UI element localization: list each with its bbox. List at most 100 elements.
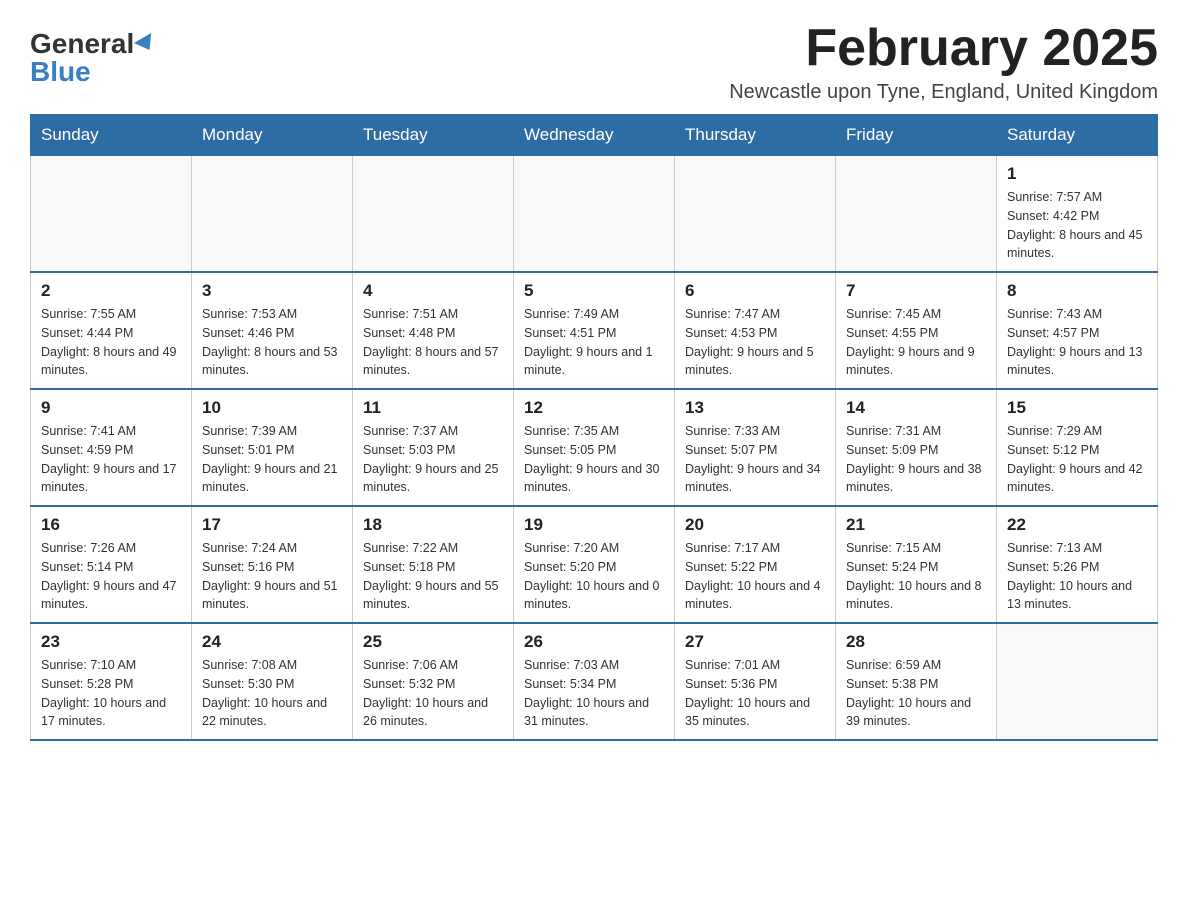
calendar-cell: 10 Sunrise: 7:39 AMSunset: 5:01 PMDayligh…: [192, 389, 353, 506]
day-info: Sunrise: 7:41 AMSunset: 4:59 PMDaylight:…: [41, 422, 181, 497]
day-number: 12: [524, 398, 664, 418]
calendar-cell: 6 Sunrise: 7:47 AMSunset: 4:53 PMDaylight…: [675, 272, 836, 389]
day-info: Sunrise: 7:20 AMSunset: 5:20 PMDaylight:…: [524, 539, 664, 614]
calendar-cell: [514, 156, 675, 273]
calendar-header: SundayMondayTuesdayWednesdayThursdayFrid…: [31, 115, 1158, 156]
day-number: 21: [846, 515, 986, 535]
calendar-cell: 1 Sunrise: 7:57 AMSunset: 4:42 PMDaylight…: [997, 156, 1158, 273]
weekday-header-sunday: Sunday: [31, 115, 192, 156]
day-info: Sunrise: 7:26 AMSunset: 5:14 PMDaylight:…: [41, 539, 181, 614]
weekday-header-thursday: Thursday: [675, 115, 836, 156]
day-number: 19: [524, 515, 664, 535]
day-number: 28: [846, 632, 986, 652]
day-info: Sunrise: 7:31 AMSunset: 5:09 PMDaylight:…: [846, 422, 986, 497]
day-number: 9: [41, 398, 181, 418]
weekday-header-friday: Friday: [836, 115, 997, 156]
day-info: Sunrise: 7:49 AMSunset: 4:51 PMDaylight:…: [524, 305, 664, 380]
calendar-cell: 13 Sunrise: 7:33 AMSunset: 5:07 PMDayligh…: [675, 389, 836, 506]
day-info: Sunrise: 7:24 AMSunset: 5:16 PMDaylight:…: [202, 539, 342, 614]
day-info: Sunrise: 7:37 AMSunset: 5:03 PMDaylight:…: [363, 422, 503, 497]
day-number: 23: [41, 632, 181, 652]
calendar-cell: 26Sunrise: 7:03 AMSunset: 5:34 PMDayligh…: [514, 623, 675, 740]
day-info: Sunrise: 7:55 AMSunset: 4:44 PMDaylight:…: [41, 305, 181, 380]
calendar-cell: 12 Sunrise: 7:35 AMSunset: 5:05 PMDayligh…: [514, 389, 675, 506]
calendar-cell: 5 Sunrise: 7:49 AMSunset: 4:51 PMDaylight…: [514, 272, 675, 389]
day-info: Sunrise: 7:57 AMSunset: 4:42 PMDaylight:…: [1007, 188, 1147, 263]
day-number: 7: [846, 281, 986, 301]
calendar-cell: 9 Sunrise: 7:41 AMSunset: 4:59 PMDaylight…: [31, 389, 192, 506]
calendar-body: 1 Sunrise: 7:57 AMSunset: 4:42 PMDaylight…: [31, 156, 1158, 741]
calendar-cell: 15 Sunrise: 7:29 AMSunset: 5:12 PMDayligh…: [997, 389, 1158, 506]
calendar-cell: 11 Sunrise: 7:37 AMSunset: 5:03 PMDayligh…: [353, 389, 514, 506]
calendar-cell: 16 Sunrise: 7:26 AMSunset: 5:14 PMDayligh…: [31, 506, 192, 623]
day-info: Sunrise: 6:59 AMSunset: 5:38 PMDaylight:…: [846, 656, 986, 731]
day-info: Sunrise: 7:51 AMSunset: 4:48 PMDaylight:…: [363, 305, 503, 380]
calendar-cell: 23 Sunrise: 7:10 AMSunset: 5:28 PMDayligh…: [31, 623, 192, 740]
calendar-cell: 19 Sunrise: 7:20 AMSunset: 5:20 PMDayligh…: [514, 506, 675, 623]
day-info: Sunrise: 7:22 AMSunset: 5:18 PMDaylight:…: [363, 539, 503, 614]
day-info: Sunrise: 7:15 AMSunset: 5:24 PMDaylight:…: [846, 539, 986, 614]
calendar-week-2: 2Sunrise: 7:55 AMSunset: 4:44 PMDaylight…: [31, 272, 1158, 389]
page-header: General Blue February 2025 Newcastle upo…: [30, 20, 1158, 104]
weekday-header-wednesday: Wednesday: [514, 115, 675, 156]
day-info: Sunrise: 7:10 AMSunset: 5:28 PMDaylight:…: [41, 656, 181, 731]
day-number: 8: [1007, 281, 1147, 301]
logo-arrow-icon: [134, 33, 158, 55]
calendar-cell: [675, 156, 836, 273]
day-info: Sunrise: 7:39 AMSunset: 5:01 PMDaylight:…: [202, 422, 342, 497]
day-info: Sunrise: 7:33 AMSunset: 5:07 PMDaylight:…: [685, 422, 825, 497]
day-number: 27: [685, 632, 825, 652]
calendar-cell: [192, 156, 353, 273]
title-section: February 2025 Newcastle upon Tyne, Engla…: [729, 20, 1158, 104]
calendar-cell: 21 Sunrise: 7:15 AMSunset: 5:24 PMDayligh…: [836, 506, 997, 623]
day-number: 6: [685, 281, 825, 301]
day-number: 26: [524, 632, 664, 652]
calendar-week-1: 1 Sunrise: 7:57 AMSunset: 4:42 PMDaylight…: [31, 156, 1158, 273]
calendar-week-5: 23 Sunrise: 7:10 AMSunset: 5:28 PMDayligh…: [31, 623, 1158, 740]
day-number: 14: [846, 398, 986, 418]
logo-general: General: [30, 30, 134, 58]
logo: General Blue: [30, 20, 156, 86]
day-info: Sunrise: 7:53 AMSunset: 4:46 PMDaylight:…: [202, 305, 342, 380]
weekday-header-tuesday: Tuesday: [353, 115, 514, 156]
day-info: Sunrise: 7:29 AMSunset: 5:12 PMDaylight:…: [1007, 422, 1147, 497]
day-info: Sunrise: 7:47 AMSunset: 4:53 PMDaylight:…: [685, 305, 825, 380]
calendar-cell: 2Sunrise: 7:55 AMSunset: 4:44 PMDaylight…: [31, 272, 192, 389]
day-number: 13: [685, 398, 825, 418]
calendar-cell: 18 Sunrise: 7:22 AMSunset: 5:18 PMDayligh…: [353, 506, 514, 623]
day-number: 20: [685, 515, 825, 535]
location: Newcastle upon Tyne, England, United Kin…: [729, 81, 1158, 104]
day-info: Sunrise: 7:13 AMSunset: 5:26 PMDaylight:…: [1007, 539, 1147, 614]
day-number: 15: [1007, 398, 1147, 418]
calendar-cell: 20 Sunrise: 7:17 AMSunset: 5:22 PMDayligh…: [675, 506, 836, 623]
day-number: 10: [202, 398, 342, 418]
day-number: 16: [41, 515, 181, 535]
day-info: Sunrise: 7:17 AMSunset: 5:22 PMDaylight:…: [685, 539, 825, 614]
calendar-cell: 3Sunrise: 7:53 AMSunset: 4:46 PMDaylight…: [192, 272, 353, 389]
calendar-week-4: 16 Sunrise: 7:26 AMSunset: 5:14 PMDayligh…: [31, 506, 1158, 623]
calendar-cell: [836, 156, 997, 273]
calendar-table: SundayMondayTuesdayWednesdayThursdayFrid…: [30, 114, 1158, 741]
day-info: Sunrise: 7:01 AMSunset: 5:36 PMDaylight:…: [685, 656, 825, 731]
calendar-cell: 17Sunrise: 7:24 AMSunset: 5:16 PMDayligh…: [192, 506, 353, 623]
day-info: Sunrise: 7:43 AMSunset: 4:57 PMDaylight:…: [1007, 305, 1147, 380]
day-info: Sunrise: 7:45 AMSunset: 4:55 PMDaylight:…: [846, 305, 986, 380]
day-number: 18: [363, 515, 503, 535]
day-number: 1: [1007, 164, 1147, 184]
calendar-cell: 25Sunrise: 7:06 AMSunset: 5:32 PMDayligh…: [353, 623, 514, 740]
weekday-header-row: SundayMondayTuesdayWednesdayThursdayFrid…: [31, 115, 1158, 156]
day-number: 24: [202, 632, 342, 652]
logo-blue: Blue: [30, 56, 91, 87]
day-number: 25: [363, 632, 503, 652]
day-info: Sunrise: 7:08 AMSunset: 5:30 PMDaylight:…: [202, 656, 342, 731]
day-number: 5: [524, 281, 664, 301]
calendar-cell: 8 Sunrise: 7:43 AMSunset: 4:57 PMDaylight…: [997, 272, 1158, 389]
day-info: Sunrise: 7:35 AMSunset: 5:05 PMDaylight:…: [524, 422, 664, 497]
calendar-cell: [997, 623, 1158, 740]
calendar-week-3: 9 Sunrise: 7:41 AMSunset: 4:59 PMDaylight…: [31, 389, 1158, 506]
calendar-cell: 24 Sunrise: 7:08 AMSunset: 5:30 PMDayligh…: [192, 623, 353, 740]
day-number: 11: [363, 398, 503, 418]
calendar-cell: 22Sunrise: 7:13 AMSunset: 5:26 PMDayligh…: [997, 506, 1158, 623]
day-number: 4: [363, 281, 503, 301]
calendar-cell: 4 Sunrise: 7:51 AMSunset: 4:48 PMDaylight…: [353, 272, 514, 389]
